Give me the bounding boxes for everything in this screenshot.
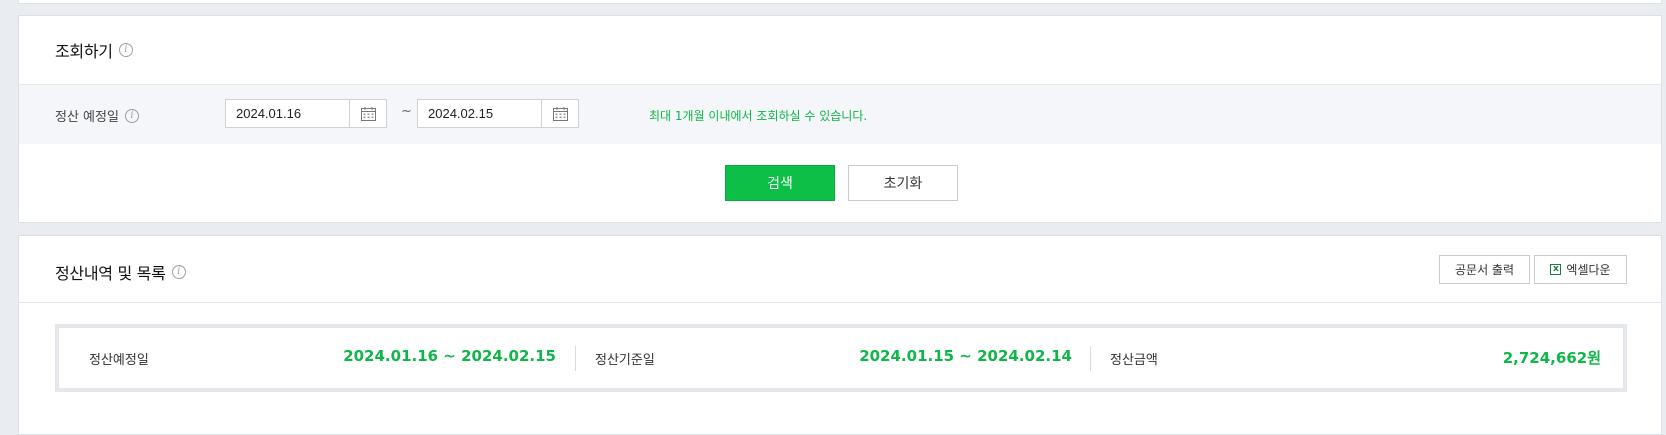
- summary-item: 정산금액 2,724,662원: [1090, 328, 1627, 388]
- end-date-field[interactable]: 2024.02.15: [417, 99, 579, 128]
- date-range-hint: 최대 1개월 이내에서 조회하실 수 있습니다.: [649, 109, 868, 123]
- summary-label: 정산예정일: [89, 353, 149, 368]
- search-section-title: 조회하기 i: [55, 38, 133, 62]
- settlement-summary: 정산예정일 2024.01.16 ~ 2024.02.15 정산기준일 2024…: [55, 324, 1627, 392]
- summary-item: 정산예정일 2024.01.16 ~ 2024.02.15: [59, 328, 574, 388]
- settlement-date-label-text: 정산 예정일: [55, 110, 119, 125]
- settlement-date-label: 정산 예정일 i: [55, 106, 139, 125]
- calendar-icon[interactable]: [541, 100, 578, 127]
- reset-button[interactable]: 초기화: [848, 165, 958, 201]
- settlement-list-panel: 정산내역 및 목록 i 공문서 출력 x 엑셀다운 정산예정일 2024.01.…: [18, 235, 1662, 435]
- summary-value: 2,724,662원: [1502, 349, 1601, 367]
- summary-label: 정산금액: [1110, 353, 1158, 368]
- info-icon[interactable]: i: [118, 43, 133, 57]
- end-date-value[interactable]: 2024.02.15: [418, 100, 541, 127]
- start-date-field[interactable]: 2024.01.16: [225, 99, 387, 128]
- start-date-value[interactable]: 2024.01.16: [226, 100, 349, 127]
- date-range-separator: ~: [401, 104, 412, 119]
- search-button[interactable]: 검색: [725, 165, 835, 201]
- summary-value: 2024.01.16 ~ 2024.02.15: [343, 347, 556, 365]
- search-title-text: 조회하기: [55, 42, 113, 61]
- print-document-button[interactable]: 공문서 출력: [1439, 255, 1530, 284]
- search-panel: 조회하기 i 정산 예정일 i 2024.01.16 ~ 2024.02.15 …: [18, 15, 1662, 223]
- info-icon[interactable]: i: [124, 108, 139, 123]
- calendar-icon[interactable]: [349, 100, 386, 127]
- top-panel-edge: [18, 0, 1662, 4]
- excel-download-button[interactable]: x 엑셀다운: [1534, 255, 1627, 284]
- print-document-label: 공문서 출력: [1454, 263, 1514, 277]
- info-icon[interactable]: i: [171, 265, 186, 279]
- excel-download-label: 엑셀다운: [1566, 263, 1611, 277]
- summary-item: 정산기준일 2024.01.15 ~ 2024.02.14: [575, 328, 1090, 388]
- excel-icon: x: [1550, 264, 1562, 275]
- date-filter-row: 정산 예정일 i 2024.01.16 ~ 2024.02.15 최대 1개월 …: [19, 85, 1661, 144]
- summary-label: 정산기준일: [595, 353, 655, 368]
- summary-value: 2024.01.15 ~ 2024.02.14: [859, 347, 1072, 365]
- list-title-text: 정산내역 및 목록: [55, 264, 166, 283]
- list-section-title: 정산내역 및 목록 i: [55, 260, 186, 284]
- divider: [19, 302, 1661, 303]
